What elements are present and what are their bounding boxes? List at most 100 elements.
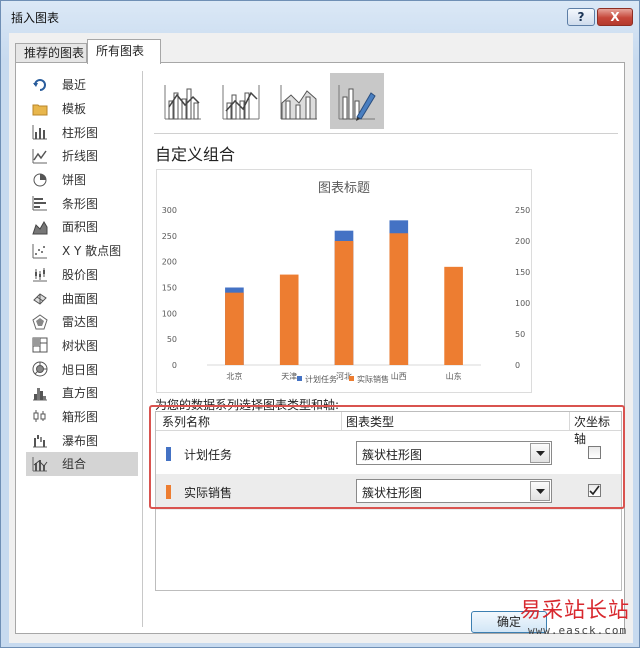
y2-tick-label: 250 [515, 206, 530, 215]
dialog-client: 推荐的图表 所有图表 最近模板柱形图折线图饼图条形图面积图 X Y 散点图股价图曲… [9, 33, 633, 643]
series-name: 计划任务 [184, 448, 233, 462]
column-chart-icon [32, 124, 48, 140]
tab-all-charts[interactable]: 所有图表 [87, 39, 161, 64]
y-tick-label: 150 [162, 284, 177, 293]
insert-chart-dialog: 插入图表 ? X 推荐的图表 所有图表 最近模板柱形图折线图饼图条形图面积图 X … [0, 0, 640, 648]
chart-category-list: 最近模板柱形图折线图饼图条形图面积图 X Y 散点图股价图曲面图雷达图树状图旭日图… [26, 73, 138, 476]
sidebar-item-label: 条形图 [62, 196, 99, 211]
radar-chart-icon [32, 314, 48, 330]
bar-actual [389, 233, 409, 365]
sidebar-item-label: 面积图 [62, 220, 99, 235]
sidebar-item-label: 折线图 [62, 149, 99, 164]
y-tick-label: 100 [162, 309, 177, 318]
stock-chart-icon [32, 266, 48, 282]
secondary-axis-checkbox[interactable] [588, 484, 601, 497]
sidebar-item[interactable]: 饼图 [26, 168, 138, 192]
sidebar-item[interactable]: 面积图 [26, 215, 138, 239]
dialog-title: 插入图表 [11, 11, 60, 25]
tab-recommended-charts[interactable]: 推荐的图表 [15, 43, 87, 63]
sidebar-item[interactable]: 雷达图 [26, 310, 138, 334]
sidebar-item[interactable]: 曲面图 [26, 286, 138, 310]
sidebar-item-label: 柱形图 [62, 125, 99, 140]
chart-type-value: 簇状柱形图 [362, 448, 423, 462]
scatter-chart-icon [32, 243, 48, 259]
sidebar-item[interactable]: 直方图 [26, 381, 138, 405]
y2-tick-label: 50 [515, 330, 525, 339]
recent-icon [32, 77, 48, 93]
bar-actual [225, 292, 244, 365]
watermark-brand: 易采站长站 [520, 598, 630, 622]
legend-swatch [297, 376, 302, 381]
y2-tick-label: 100 [515, 299, 530, 308]
sunburst-chart-icon [32, 361, 48, 377]
sidebar-item[interactable]: 瀑布图 [26, 428, 138, 452]
clustered-column-line-secondary-icon [222, 85, 260, 120]
box-whisker-chart-icon [32, 408, 48, 424]
x-tick-label: 北京 [226, 371, 242, 381]
sidebar-item[interactable]: 箱形图 [26, 405, 138, 429]
bar-actual [279, 274, 299, 365]
legend-label: 实际销售 [357, 374, 389, 384]
watermark-url: www.easck.com [528, 624, 628, 637]
sidebar-item-label: 树状图 [62, 338, 99, 353]
combo-type-clustered-column-line[interactable] [156, 73, 210, 129]
x-tick-label: 山西 [391, 371, 407, 381]
combo-type-clustered-column-line-secondary[interactable] [214, 73, 268, 129]
sidebar-item[interactable]: 树状图 [26, 334, 138, 358]
series-color-swatch [166, 447, 171, 461]
close-button[interactable]: X [597, 8, 633, 26]
bar-actual [334, 241, 354, 365]
area-chart-icon [32, 219, 48, 235]
sidebar-item-label: 瀑布图 [62, 433, 99, 448]
sidebar-item-label: 饼图 [62, 173, 87, 188]
combo-type-stacked-area-column[interactable] [272, 73, 326, 129]
sidebar-item-label: 直方图 [62, 386, 99, 401]
help-button[interactable]: ? [567, 8, 595, 26]
pie-chart-icon [32, 172, 48, 188]
dropdown-arrow-button[interactable] [530, 443, 550, 463]
series-row-plan: 计划任务 簇状柱形图 [156, 436, 621, 472]
sidebar-item[interactable]: 模板 [26, 97, 138, 121]
chart-title: 图表标题 [318, 181, 370, 196]
sidebar-item-label: 最近 [62, 78, 87, 93]
treemap-chart-icon [32, 337, 48, 353]
gallery-divider [154, 133, 618, 134]
sidebar-item-label: 股价图 [62, 267, 99, 282]
series-name: 实际销售 [184, 486, 233, 500]
y-tick-label: 250 [162, 232, 177, 241]
section-title: 自定义组合 [155, 145, 236, 164]
series-row-actual: 实际销售 簇状柱形图 [156, 474, 621, 510]
sidebar-item[interactable]: 旭日图 [26, 357, 138, 381]
histogram-chart-icon [32, 385, 48, 401]
sidebar-item[interactable]: 条形图 [26, 191, 138, 215]
series-table: 系列名称 图表类型 次坐标轴 计划任务 簇状柱形图 实际销售 簇状柱形图 [155, 411, 622, 591]
waterfall-chart-icon [32, 432, 48, 448]
combo-chart-icon [32, 456, 48, 472]
sidebar-item[interactable]: 折线图 [26, 144, 138, 168]
sidebar-divider [142, 71, 143, 627]
dropdown-arrow-button[interactable] [530, 481, 550, 501]
sidebar-item-label: 组合 [62, 457, 87, 472]
y2-tick-label: 0 [515, 361, 520, 370]
y2-tick-label: 200 [515, 237, 530, 246]
header-chart-type: 图表类型 [346, 415, 395, 429]
sidebar-item[interactable]: 最近 [26, 73, 138, 97]
checkmark-icon [589, 485, 600, 496]
header-divider [569, 412, 570, 430]
y-tick-label: 300 [162, 206, 177, 215]
sidebar-item[interactable]: 组合 [26, 452, 138, 476]
bar-chart-icon [32, 195, 48, 211]
secondary-axis-checkbox[interactable] [588, 446, 601, 459]
legend-swatch [349, 376, 354, 381]
y-tick-label: 200 [162, 258, 177, 267]
sidebar-item[interactable]: 柱形图 [26, 120, 138, 144]
header-series-name: 系列名称 [162, 415, 211, 429]
chevron-down-icon [535, 488, 545, 494]
sidebar-item[interactable]: X Y 散点图 [26, 239, 138, 263]
chart-type-dropdown[interactable]: 簇状柱形图 [356, 479, 552, 503]
sidebar-item[interactable]: 股价图 [26, 263, 138, 287]
sidebar-item-label: 雷达图 [62, 315, 99, 330]
bar-actual [444, 266, 463, 365]
chart-type-dropdown[interactable]: 簇状柱形图 [356, 441, 552, 465]
combo-type-custom-combination[interactable] [330, 73, 384, 129]
